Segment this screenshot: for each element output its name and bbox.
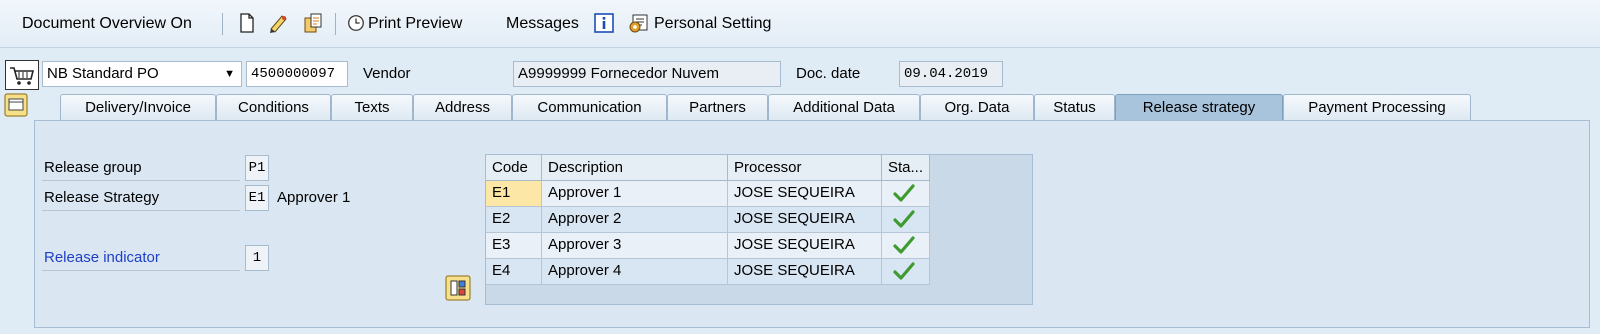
doc-date-field[interactable]: 09.04.2019 [899, 61, 1003, 87]
table-cell-processor[interactable]: JOSE SEQUEIRA [728, 207, 882, 233]
column-header-description[interactable]: Description [542, 155, 728, 181]
tab-payment-processing[interactable]: Payment Processing [1283, 94, 1471, 121]
table-cell-status[interactable] [882, 181, 930, 207]
toolbar-separator [222, 13, 223, 35]
table-cell-code[interactable]: E4 [486, 259, 542, 285]
tab-status[interactable]: Status [1034, 94, 1115, 121]
tab-texts[interactable]: Texts [331, 94, 413, 121]
copy-document-icon[interactable] [302, 12, 324, 34]
release-group-label: Release group [42, 155, 240, 181]
release-strategy-description: Approver 1 [277, 189, 351, 206]
table-cell-status[interactable] [882, 207, 930, 233]
application-toolbar: Document Overview On Print Preview Messa… [0, 0, 1600, 48]
released-check-icon [893, 262, 915, 280]
table-cell-status[interactable] [882, 233, 930, 259]
table-cell-description[interactable]: Approver 1 [542, 181, 728, 207]
vendor-label: Vendor [363, 65, 411, 82]
table-cell-code[interactable]: E3 [486, 233, 542, 259]
messages-button[interactable]: Messages [506, 12, 579, 36]
table-cell-description[interactable]: Approver 3 [542, 233, 728, 259]
doc-date-label: Doc. date [796, 65, 861, 82]
column-header-status[interactable]: Sta... [882, 155, 930, 181]
personal-setting-icon [629, 14, 648, 33]
info-icon[interactable] [594, 13, 614, 33]
table-cell-processor[interactable]: JOSE SEQUEIRA [728, 259, 882, 285]
personal-setting-button[interactable]: Personal Setting [654, 12, 771, 36]
table-cell-description[interactable]: Approver 2 [542, 207, 728, 233]
document-type-dropdown[interactable]: NB Standard PO ▼ [42, 61, 242, 87]
released-check-icon [893, 236, 915, 254]
tab-release-strategy[interactable]: Release strategy [1115, 94, 1283, 121]
tab-address[interactable]: Address [413, 94, 512, 121]
purchase-order-cart-icon[interactable] [5, 60, 39, 90]
table-cell-processor[interactable]: JOSE SEQUEIRA [728, 181, 882, 207]
table-cell-code[interactable]: E2 [486, 207, 542, 233]
tab-org-data[interactable]: Org. Data [920, 94, 1034, 121]
vendor-field[interactable]: A9999999 Fornecedor Nuvem [513, 61, 781, 87]
print-preview-button[interactable]: Print Preview [368, 12, 462, 36]
released-check-icon [893, 210, 915, 228]
release-group-field[interactable]: P1 [245, 155, 269, 181]
released-check-icon [893, 184, 915, 202]
column-header-processor[interactable]: Processor [728, 155, 882, 181]
header-toggle-icon[interactable] [4, 93, 28, 117]
print-preview-icon [348, 15, 364, 31]
new-document-icon[interactable] [236, 12, 258, 34]
document-overview-button[interactable]: Document Overview On [22, 12, 192, 36]
tab-conditions[interactable]: Conditions [216, 94, 331, 121]
dropdown-arrow-icon: ▼ [224, 68, 235, 80]
table-cell-description[interactable]: Approver 4 [542, 259, 728, 285]
release-strategy-field[interactable]: E1 [245, 185, 269, 211]
tab-communication[interactable]: Communication [512, 94, 667, 121]
tab-additional-data[interactable]: Additional Data [768, 94, 920, 121]
table-cell-processor[interactable]: JOSE SEQUEIRA [728, 233, 882, 259]
toolbar-separator [335, 13, 336, 35]
release-strategy-table: Code Description Processor Sta... E1 App… [485, 154, 1033, 305]
column-header-code[interactable]: Code [486, 155, 542, 181]
document-type-value: NB Standard PO [47, 65, 159, 82]
table-cell-status[interactable] [882, 259, 930, 285]
tab-delivery-invoice[interactable]: Delivery/Invoice [60, 94, 216, 121]
release-indicator-field[interactable]: 1 [245, 245, 269, 271]
release-indicator-label[interactable]: Release indicator [42, 245, 240, 271]
table-cell-code[interactable]: E1 [486, 181, 542, 207]
release-options-icon[interactable] [445, 275, 471, 301]
tab-partners[interactable]: Partners [667, 94, 768, 121]
release-strategy-label: Release Strategy [42, 185, 240, 211]
edit-display-icon[interactable] [268, 12, 290, 34]
po-number-field[interactable]: 4500000097 [246, 61, 348, 87]
